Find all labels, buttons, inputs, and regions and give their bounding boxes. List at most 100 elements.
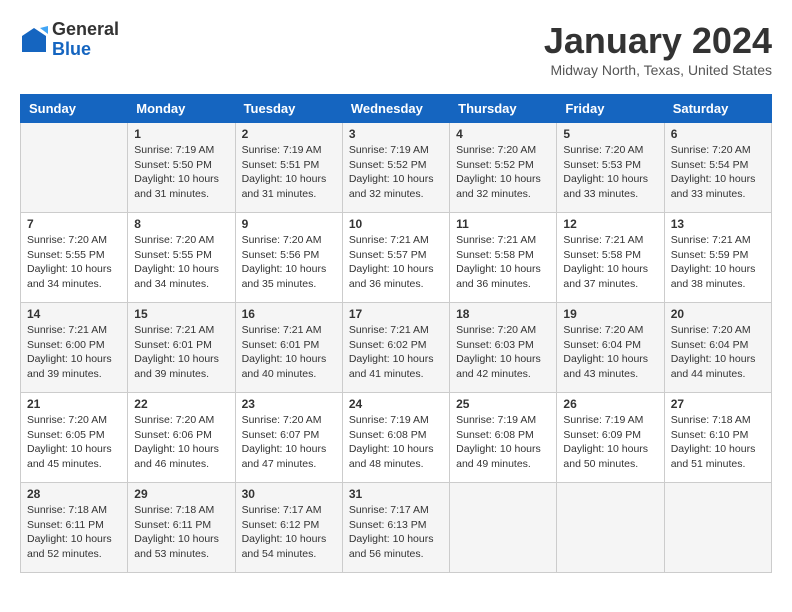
day-number: 12 <box>563 217 657 231</box>
day-number: 23 <box>242 397 336 411</box>
day-number: 26 <box>563 397 657 411</box>
day-info: Sunrise: 7:20 AM Sunset: 5:55 PM Dayligh… <box>134 233 228 292</box>
day-info: Sunrise: 7:20 AM Sunset: 6:03 PM Dayligh… <box>456 323 550 382</box>
calendar-cell: 12 Sunrise: 7:21 AM Sunset: 5:58 PM Dayli… <box>557 213 664 303</box>
day-info: Sunrise: 7:19 AM Sunset: 6:08 PM Dayligh… <box>456 413 550 472</box>
day-info: Sunrise: 7:21 AM Sunset: 5:57 PM Dayligh… <box>349 233 443 292</box>
day-info: Sunrise: 7:21 AM Sunset: 5:58 PM Dayligh… <box>456 233 550 292</box>
day-info: Sunrise: 7:19 AM Sunset: 6:08 PM Dayligh… <box>349 413 443 472</box>
calendar-cell: 8 Sunrise: 7:20 AM Sunset: 5:55 PM Daylig… <box>128 213 235 303</box>
page-header: General Blue January 2024 Midway North, … <box>20 20 772 78</box>
location: Midway North, Texas, United States <box>544 62 772 78</box>
day-info: Sunrise: 7:21 AM Sunset: 5:58 PM Dayligh… <box>563 233 657 292</box>
calendar-cell: 17 Sunrise: 7:21 AM Sunset: 6:02 PM Dayli… <box>342 303 449 393</box>
calendar-cell: 11 Sunrise: 7:21 AM Sunset: 5:58 PM Dayli… <box>450 213 557 303</box>
day-number: 24 <box>349 397 443 411</box>
day-info: Sunrise: 7:18 AM Sunset: 6:11 PM Dayligh… <box>27 503 121 562</box>
logo-icon <box>20 26 48 54</box>
calendar-cell: 31Sunrise: 7:17 AM Sunset: 6:13 PM Dayli… <box>342 483 449 573</box>
day-of-week-header: Monday <box>128 95 235 123</box>
day-info: Sunrise: 7:17 AM Sunset: 6:12 PM Dayligh… <box>242 503 336 562</box>
day-of-week-header: Tuesday <box>235 95 342 123</box>
calendar-week-row: 28Sunrise: 7:18 AM Sunset: 6:11 PM Dayli… <box>21 483 772 573</box>
day-info: Sunrise: 7:20 AM Sunset: 5:56 PM Dayligh… <box>242 233 336 292</box>
day-number: 21 <box>27 397 121 411</box>
calendar-cell: 21 Sunrise: 7:20 AM Sunset: 6:05 PM Dayli… <box>21 393 128 483</box>
day-info: Sunrise: 7:21 AM Sunset: 6:01 PM Dayligh… <box>242 323 336 382</box>
day-info: Sunrise: 7:21 AM Sunset: 6:01 PM Dayligh… <box>134 323 228 382</box>
calendar-cell: 25 Sunrise: 7:19 AM Sunset: 6:08 PM Dayli… <box>450 393 557 483</box>
day-number: 8 <box>134 217 228 231</box>
day-number: 3 <box>349 127 443 141</box>
day-number: 15 <box>134 307 228 321</box>
calendar-cell: 3 Sunrise: 7:19 AM Sunset: 5:52 PM Daylig… <box>342 123 449 213</box>
calendar-week-row: 14Sunrise: 7:21 AM Sunset: 6:00 PM Dayli… <box>21 303 772 393</box>
day-number: 25 <box>456 397 550 411</box>
month-title: January 2024 <box>544 20 772 62</box>
day-number: 9 <box>242 217 336 231</box>
day-info: Sunrise: 7:20 AM Sunset: 6:04 PM Dayligh… <box>671 323 765 382</box>
calendar-week-row: 21 Sunrise: 7:20 AM Sunset: 6:05 PM Dayli… <box>21 393 772 483</box>
calendar-cell: 6Sunrise: 7:20 AM Sunset: 5:54 PM Daylig… <box>664 123 771 213</box>
logo: General Blue <box>20 20 119 60</box>
calendar-cell <box>664 483 771 573</box>
calendar-cell: 18 Sunrise: 7:20 AM Sunset: 6:03 PM Dayli… <box>450 303 557 393</box>
day-number: 20 <box>671 307 765 321</box>
calendar-cell: 2Sunrise: 7:19 AM Sunset: 5:51 PM Daylig… <box>235 123 342 213</box>
day-info: Sunrise: 7:21 AM Sunset: 6:00 PM Dayligh… <box>27 323 121 382</box>
day-number: 13 <box>671 217 765 231</box>
day-number: 10 <box>349 217 443 231</box>
day-of-week-header: Thursday <box>450 95 557 123</box>
calendar-header-row: SundayMondayTuesdayWednesdayThursdayFrid… <box>21 95 772 123</box>
calendar-cell: 22Sunrise: 7:20 AM Sunset: 6:06 PM Dayli… <box>128 393 235 483</box>
day-number: 11 <box>456 217 550 231</box>
day-info: Sunrise: 7:19 AM Sunset: 5:50 PM Dayligh… <box>134 143 228 202</box>
calendar-cell: 10 Sunrise: 7:21 AM Sunset: 5:57 PM Dayli… <box>342 213 449 303</box>
day-info: Sunrise: 7:19 AM Sunset: 5:52 PM Dayligh… <box>349 143 443 202</box>
calendar-cell: 4 Sunrise: 7:20 AM Sunset: 5:52 PM Daylig… <box>450 123 557 213</box>
day-number: 29 <box>134 487 228 501</box>
calendar-cell: 13 Sunrise: 7:21 AM Sunset: 5:59 PM Dayli… <box>664 213 771 303</box>
calendar-cell: 7 Sunrise: 7:20 AM Sunset: 5:55 PM Daylig… <box>21 213 128 303</box>
day-info: Sunrise: 7:21 AM Sunset: 5:59 PM Dayligh… <box>671 233 765 292</box>
calendar-week-row: 7 Sunrise: 7:20 AM Sunset: 5:55 PM Daylig… <box>21 213 772 303</box>
day-info: Sunrise: 7:21 AM Sunset: 6:02 PM Dayligh… <box>349 323 443 382</box>
day-number: 7 <box>27 217 121 231</box>
day-info: Sunrise: 7:20 AM Sunset: 5:52 PM Dayligh… <box>456 143 550 202</box>
day-number: 17 <box>349 307 443 321</box>
day-info: Sunrise: 7:20 AM Sunset: 5:55 PM Dayligh… <box>27 233 121 292</box>
calendar-cell <box>557 483 664 573</box>
day-info: Sunrise: 7:17 AM Sunset: 6:13 PM Dayligh… <box>349 503 443 562</box>
day-of-week-header: Friday <box>557 95 664 123</box>
day-info: Sunrise: 7:20 AM Sunset: 6:05 PM Dayligh… <box>27 413 121 472</box>
calendar-body: 1 Sunrise: 7:19 AM Sunset: 5:50 PM Daylig… <box>21 123 772 573</box>
calendar-cell: 27Sunrise: 7:18 AM Sunset: 6:10 PM Dayli… <box>664 393 771 483</box>
day-number: 5 <box>563 127 657 141</box>
calendar-cell: 14Sunrise: 7:21 AM Sunset: 6:00 PM Dayli… <box>21 303 128 393</box>
day-info: Sunrise: 7:20 AM Sunset: 6:04 PM Dayligh… <box>563 323 657 382</box>
calendar-cell: 30Sunrise: 7:17 AM Sunset: 6:12 PM Dayli… <box>235 483 342 573</box>
calendar-cell: 1 Sunrise: 7:19 AM Sunset: 5:50 PM Daylig… <box>128 123 235 213</box>
day-number: 1 <box>134 127 228 141</box>
day-of-week-header: Sunday <box>21 95 128 123</box>
day-of-week-header: Saturday <box>664 95 771 123</box>
calendar-cell: 20 Sunrise: 7:20 AM Sunset: 6:04 PM Dayli… <box>664 303 771 393</box>
calendar-table: SundayMondayTuesdayWednesdayThursdayFrid… <box>20 94 772 573</box>
day-number: 18 <box>456 307 550 321</box>
day-number: 4 <box>456 127 550 141</box>
calendar-cell: 28Sunrise: 7:18 AM Sunset: 6:11 PM Dayli… <box>21 483 128 573</box>
calendar-cell <box>450 483 557 573</box>
day-number: 16 <box>242 307 336 321</box>
calendar-cell: 23Sunrise: 7:20 AM Sunset: 6:07 PM Dayli… <box>235 393 342 483</box>
day-number: 19 <box>563 307 657 321</box>
calendar-cell: 15 Sunrise: 7:21 AM Sunset: 6:01 PM Dayli… <box>128 303 235 393</box>
day-of-week-header: Wednesday <box>342 95 449 123</box>
logo-blue-text: Blue <box>52 40 119 60</box>
title-block: January 2024 Midway North, Texas, United… <box>544 20 772 78</box>
day-info: Sunrise: 7:18 AM Sunset: 6:10 PM Dayligh… <box>671 413 765 472</box>
calendar-cell: 24 Sunrise: 7:19 AM Sunset: 6:08 PM Dayli… <box>342 393 449 483</box>
day-info: Sunrise: 7:20 AM Sunset: 5:53 PM Dayligh… <box>563 143 657 202</box>
calendar-cell <box>21 123 128 213</box>
calendar-cell: 29Sunrise: 7:18 AM Sunset: 6:11 PM Dayli… <box>128 483 235 573</box>
calendar-cell: 9 Sunrise: 7:20 AM Sunset: 5:56 PM Daylig… <box>235 213 342 303</box>
